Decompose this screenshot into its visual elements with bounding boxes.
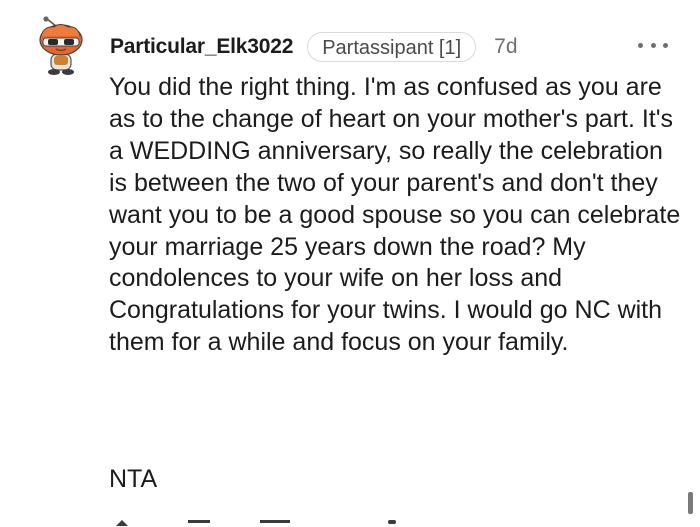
timestamp: 7d [494,35,518,58]
share-icon[interactable] [388,520,396,524]
comment-actions [110,518,570,527]
avatar[interactable] [34,16,86,76]
reply-icon[interactable] [260,520,290,523]
user-flair: Partassipant [1] [307,32,477,62]
comment-header: Particular_Elk3022 Partassipant [1] 7d [110,32,518,62]
more-options-button[interactable] [638,36,668,54]
username[interactable]: Particular_Elk3022 [110,35,293,59]
upvote-icon[interactable] [116,520,128,526]
comment-verdict: NTA [109,465,158,493]
comment-body: You did the right thing. I'm as confused… [109,73,681,357]
scrollbar-thumb[interactable] [688,492,693,514]
comment-card: Particular_Elk3022 Partassipant [1] 7d Y… [0,0,700,527]
snoo-avatar-icon [39,16,83,75]
downvote-icon[interactable] [188,520,210,523]
more-options-icon [638,42,643,48]
